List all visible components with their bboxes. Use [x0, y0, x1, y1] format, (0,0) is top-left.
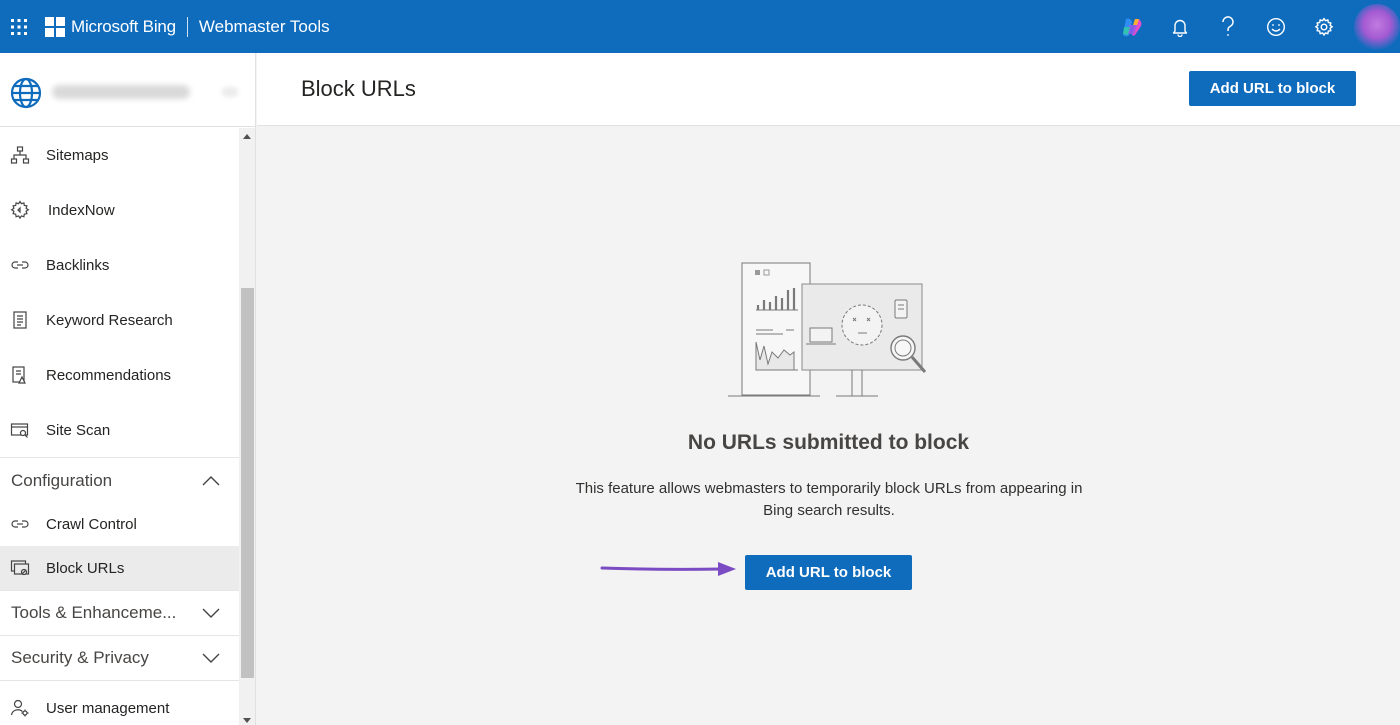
sidebar-item-label: Keyword Research — [46, 311, 173, 329]
feedback-smiley-icon[interactable] — [1252, 0, 1300, 53]
sidebar-group-configuration[interactable]: Configuration — [0, 459, 239, 503]
annotation-arrow-icon — [600, 562, 736, 576]
brand[interactable]: Microsoft Bing Webmaster Tools — [45, 0, 330, 53]
microsoft-logo-icon — [45, 16, 65, 37]
sidebar-group-security[interactable]: Security & Privacy — [0, 636, 239, 680]
user-management-icon — [10, 699, 29, 717]
sidebar-item-crawl-control[interactable]: Crawl Control — [0, 502, 239, 546]
scroll-thumb[interactable] — [241, 288, 254, 678]
page-header: Block URLs Add URL to block — [257, 53, 1400, 126]
link-icon — [11, 261, 29, 269]
page-title: Block URLs — [301, 76, 416, 101]
document-icon — [13, 311, 27, 329]
site-name-redacted — [52, 85, 190, 99]
chevron-up-icon — [202, 476, 220, 486]
empty-state-illustration — [728, 262, 927, 397]
group-label: Security & Privacy — [11, 648, 149, 667]
sidebar-divider — [0, 680, 239, 681]
sidebar: Sitemaps IndexNow Backlinks Keyword Rese… — [0, 53, 256, 725]
site-scan-icon — [10, 423, 29, 438]
help-icon[interactable] — [1204, 0, 1252, 53]
add-url-to-block-button[interactable]: Add URL to block — [745, 555, 912, 590]
app-launcher-icon[interactable] — [0, 0, 38, 53]
sidebar-divider — [0, 457, 239, 458]
site-dropdown-redacted — [222, 87, 238, 97]
sidebar-item-label: IndexNow — [48, 201, 115, 219]
sidebar-group-tools[interactable]: Tools & Enhanceme... — [0, 591, 239, 635]
sidebar-item-label: Block URLs — [46, 559, 125, 577]
sidebar-scrollbar[interactable] — [239, 128, 255, 725]
sidebar-item-label: Crawl Control — [46, 515, 137, 533]
globe-icon — [10, 77, 42, 109]
bell-icon[interactable] — [1156, 0, 1204, 53]
scroll-down-arrow-icon[interactable] — [243, 718, 251, 723]
recommendations-icon — [12, 366, 26, 384]
sidebar-item-user-management[interactable]: User management — [0, 686, 239, 725]
sidebar-item-keyword-research[interactable]: Keyword Research — [0, 298, 239, 342]
chevron-down-icon — [202, 608, 220, 618]
block-urls-icon — [10, 560, 30, 576]
group-label: Tools & Enhanceme... — [11, 603, 177, 622]
sidebar-item-indexnow[interactable]: IndexNow — [0, 188, 239, 232]
sidebar-item-label: Site Scan — [46, 421, 111, 439]
sitemap-icon — [10, 146, 30, 164]
sidebar-item-label: Recommendations — [46, 366, 172, 384]
sidebar-item-label: Backlinks — [46, 256, 110, 274]
user-avatar[interactable] — [1354, 3, 1400, 50]
link-icon — [11, 520, 29, 528]
sidebar-item-recommendations[interactable]: Recommendations — [0, 353, 239, 397]
add-url-to-block-header-button[interactable]: Add URL to block — [1189, 71, 1356, 106]
copilot-icon[interactable] — [1108, 0, 1156, 53]
site-selector[interactable] — [0, 53, 255, 127]
top-bar: Microsoft Bing Webmaster Tools — [0, 0, 1400, 53]
sidebar-item-label: User management — [46, 699, 170, 717]
group-label: Configuration — [11, 471, 113, 490]
sidebar-item-site-scan[interactable]: Site Scan — [0, 408, 239, 452]
product-name: Webmaster Tools — [198, 16, 330, 36]
sidebar-item-block-urls[interactable]: Block URLs — [0, 546, 239, 590]
sidebar-item-backlinks[interactable]: Backlinks — [0, 243, 239, 287]
chevron-down-icon — [202, 653, 220, 663]
gear-icon[interactable] — [1300, 0, 1348, 53]
empty-state-title: No URLs submitted to block — [687, 431, 970, 454]
empty-state-description: This feature allows webmasters to tempor… — [575, 480, 1083, 519]
brand-separator — [186, 16, 188, 37]
sidebar-item-label: Sitemaps — [46, 146, 109, 164]
scroll-up-arrow-icon[interactable] — [243, 134, 251, 139]
brand-name: Microsoft Bing — [71, 16, 176, 36]
indexnow-gear-icon — [10, 200, 30, 220]
sidebar-item-sitemaps[interactable]: Sitemaps — [0, 133, 239, 177]
